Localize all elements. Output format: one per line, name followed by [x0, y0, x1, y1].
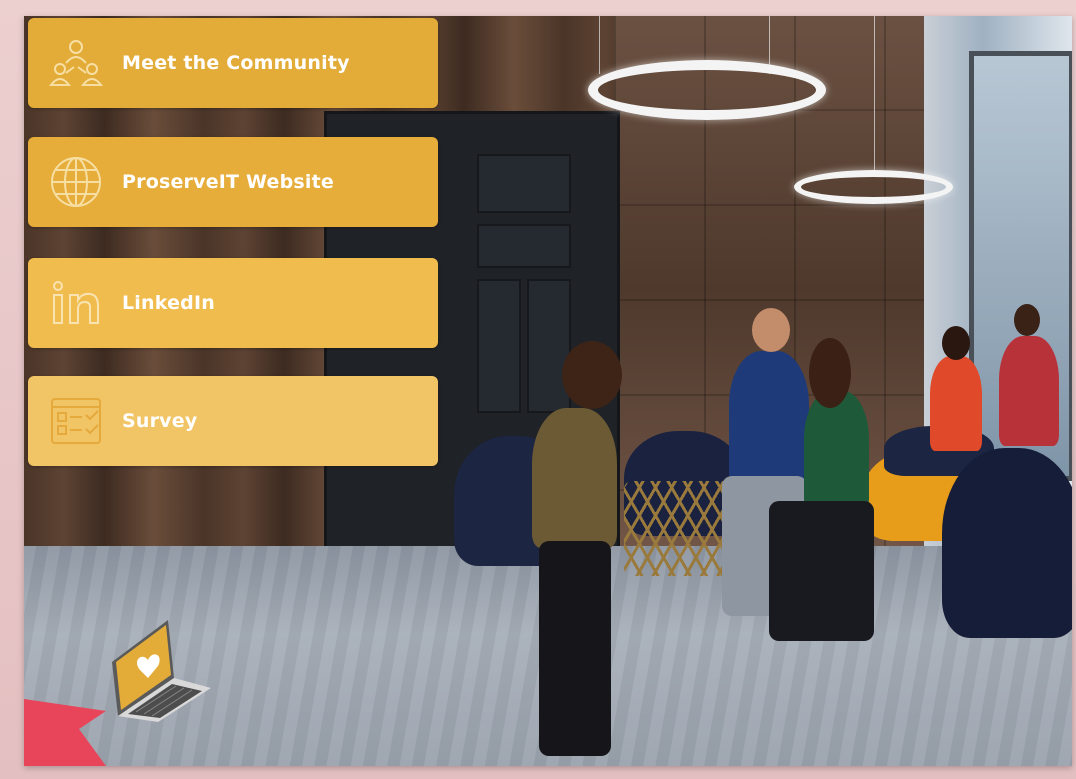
ring-light	[588, 60, 826, 120]
ring-light	[794, 170, 953, 204]
person-head	[752, 308, 790, 352]
arrow-pointer-icon[interactable]	[24, 691, 109, 766]
laptop-heart-icon[interactable]	[106, 612, 216, 722]
person-walking	[532, 408, 617, 548]
linkedin-label: LinkedIn	[122, 292, 215, 314]
survey-icon	[48, 393, 104, 449]
navy-chair	[942, 448, 1072, 638]
person-head	[809, 338, 851, 408]
door-panel	[527, 279, 571, 413]
proserveit-website-button[interactable]: ProserveIT Website	[28, 137, 438, 227]
person-standing	[769, 501, 874, 641]
linkedin-icon	[48, 275, 104, 331]
person-background	[930, 356, 982, 451]
app-frame: Meet the Community ProserveIT Website Li…	[0, 0, 1076, 779]
person-walking	[539, 541, 611, 756]
globe-icon	[48, 154, 104, 210]
door-panel	[477, 224, 571, 268]
linkedin-button[interactable]: LinkedIn	[28, 258, 438, 348]
person-head	[562, 341, 622, 409]
meet-community-label: Meet the Community	[122, 52, 350, 74]
person-standing	[729, 351, 809, 486]
light-wire	[874, 16, 875, 176]
survey-label: Survey	[122, 410, 198, 432]
person-standing	[804, 391, 869, 511]
person-head	[942, 326, 970, 360]
light-wire	[599, 16, 600, 74]
meet-community-button[interactable]: Meet the Community	[28, 18, 438, 108]
person-background	[999, 336, 1059, 446]
lobby-scene: Meet the Community ProserveIT Website Li…	[24, 16, 1072, 766]
door-panel	[477, 279, 521, 413]
person-head	[1014, 304, 1040, 336]
community-icon	[48, 35, 104, 91]
door-panel	[477, 154, 571, 213]
survey-button[interactable]: Survey	[28, 376, 438, 466]
proserveit-website-label: ProserveIT Website	[122, 171, 334, 193]
